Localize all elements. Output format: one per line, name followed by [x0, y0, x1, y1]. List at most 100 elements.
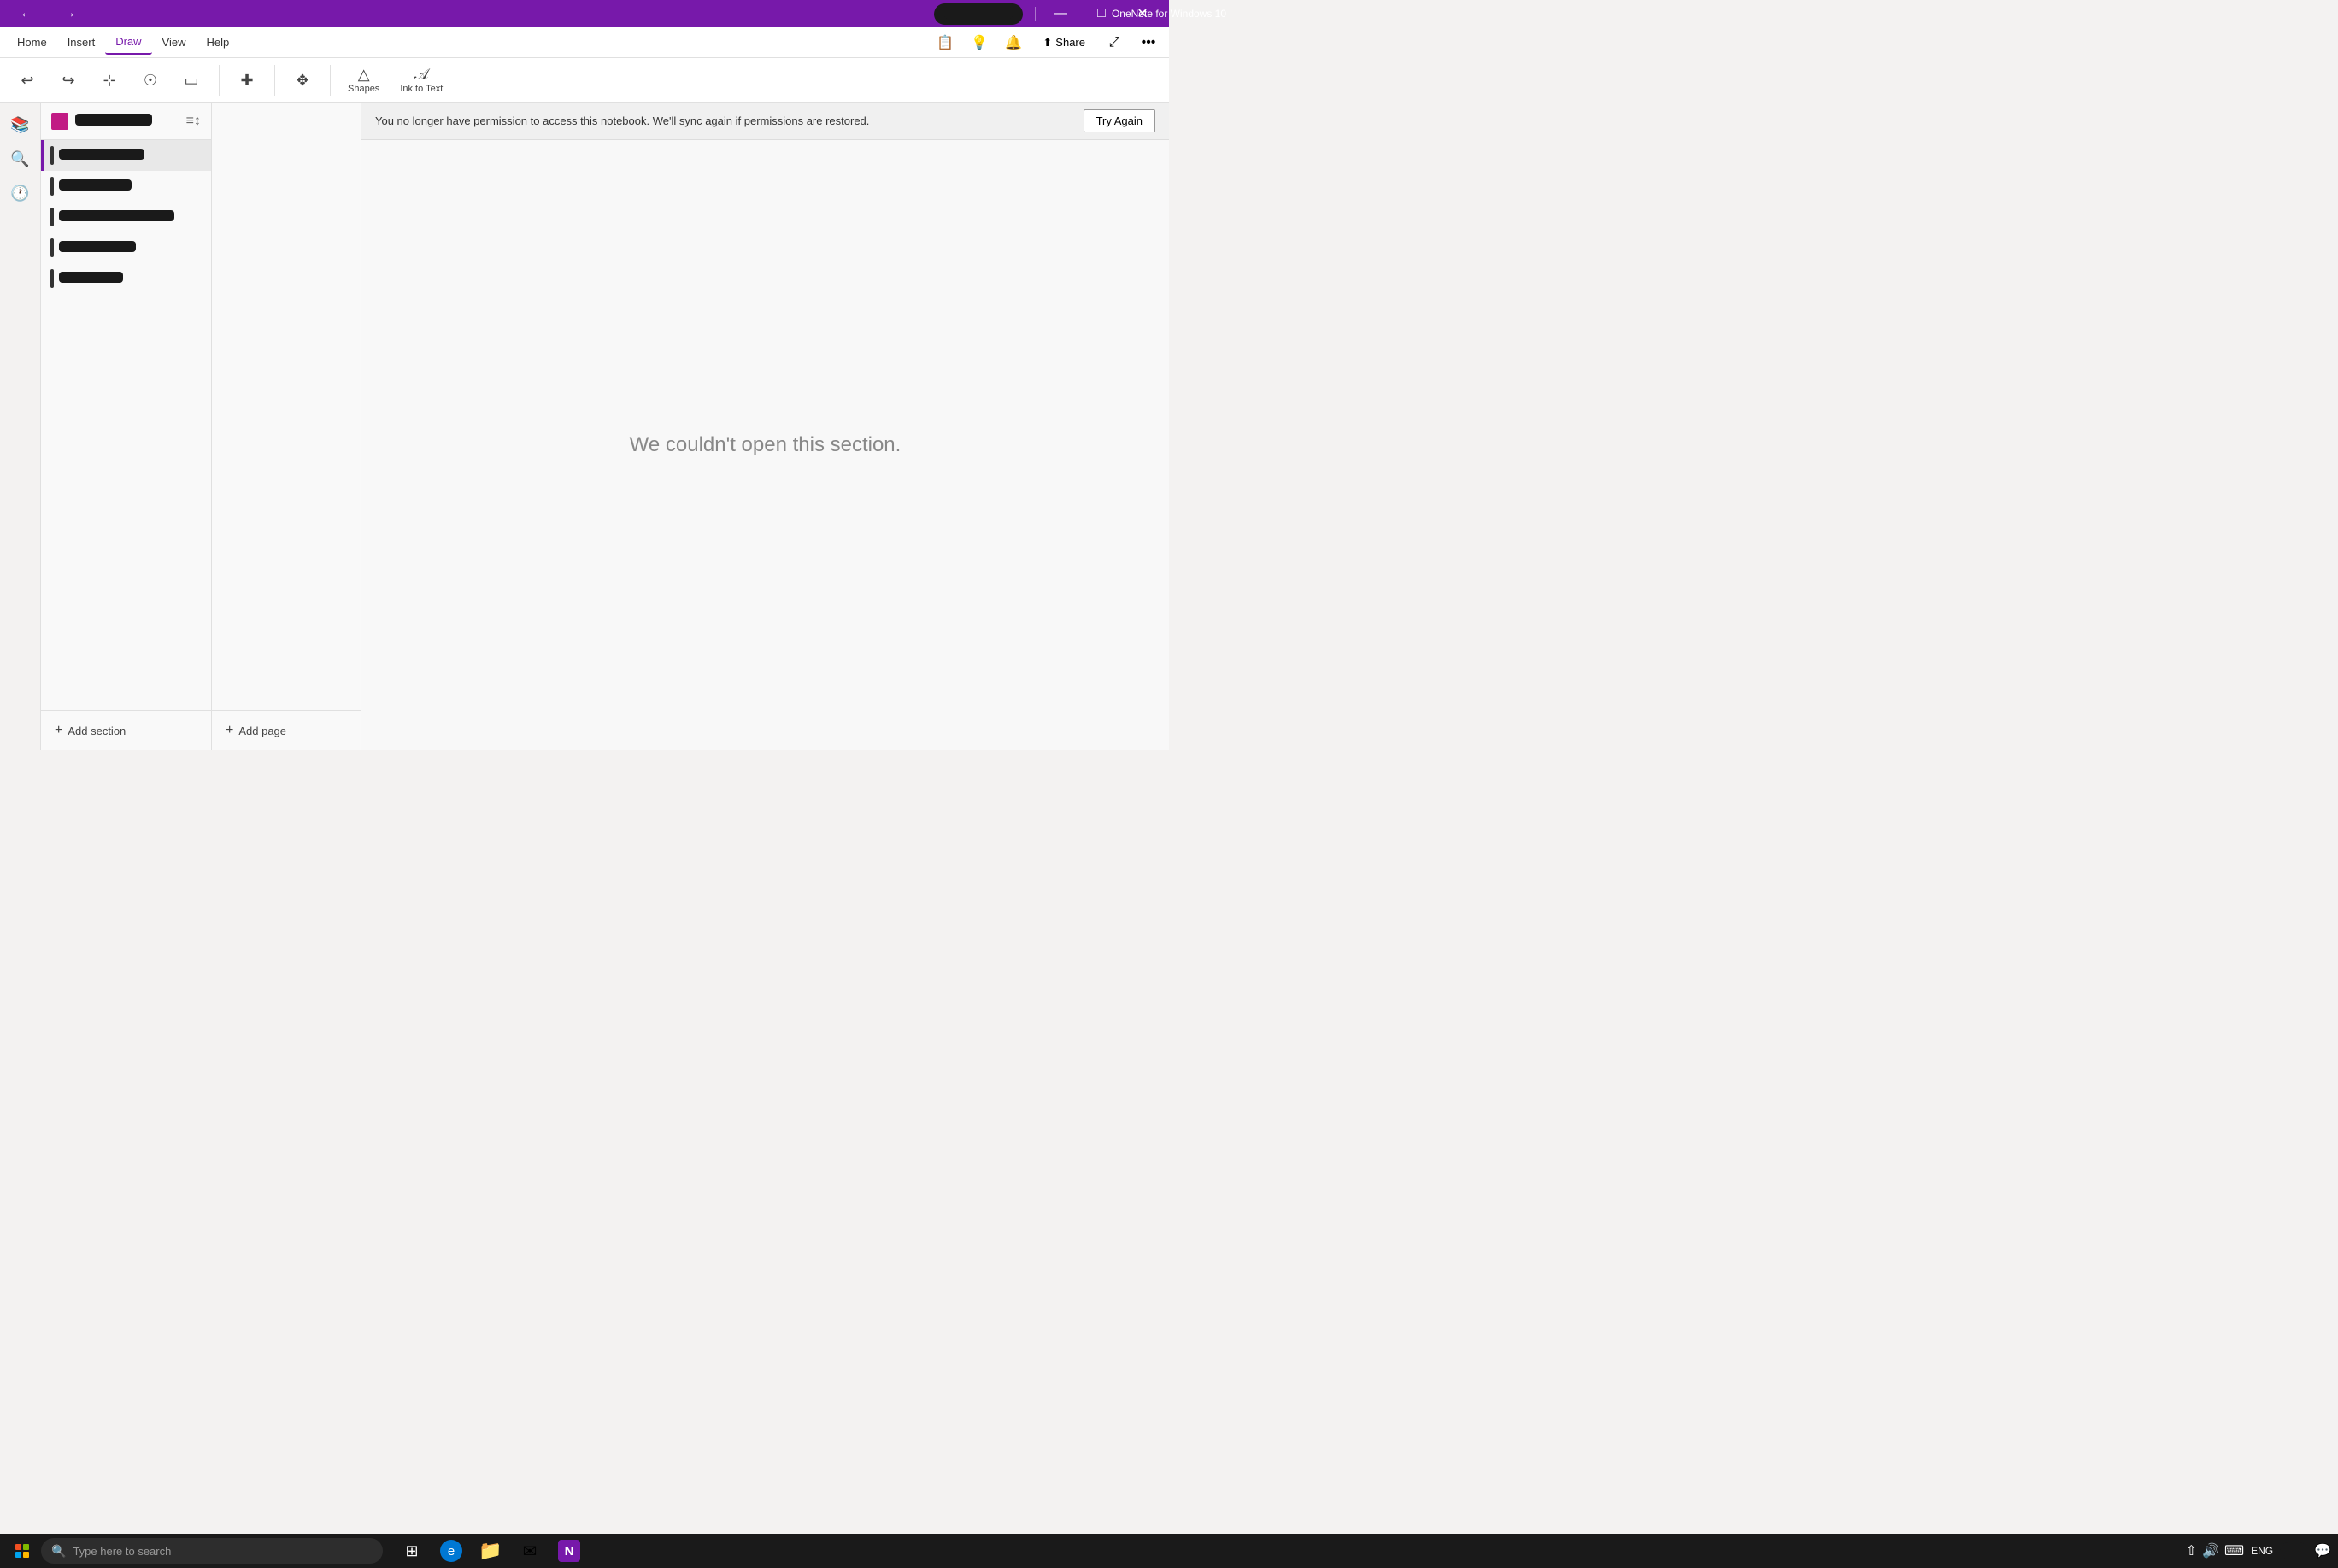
section-content-area: We couldn't open this section.: [361, 140, 1169, 750]
search-icon[interactable]: 🔍: [5, 144, 36, 174]
menu-insert[interactable]: Insert: [57, 31, 106, 54]
section-name-2: [59, 179, 132, 193]
language-indicator[interactable]: ENG: [2251, 1545, 2273, 1557]
menu-home[interactable]: Home: [7, 31, 57, 54]
title-divider: [1035, 7, 1036, 21]
permission-message: You no longer have permission to access …: [375, 115, 1073, 127]
menu-bar: Home Insert Draw View Help 📋 💡 🔔 ⬆ Share…: [0, 27, 1169, 58]
pages-footer: + Add page: [212, 710, 361, 750]
section-name-4: [59, 241, 136, 255]
menu-view[interactable]: View: [152, 31, 197, 54]
pages-sidebar: + Add page: [212, 103, 361, 750]
add-section-plus-icon: +: [55, 723, 62, 738]
content-area: You no longer have permission to access …: [361, 103, 1169, 750]
sections-footer: + Add section: [41, 710, 211, 750]
ink-to-text-label: Ink to Text: [400, 84, 443, 94]
app-title: OneNote for Windows 10: [1112, 8, 1226, 20]
expand-icon[interactable]: ⤢: [1101, 29, 1128, 56]
taskbar-system-icons: ⇧ 🔊 ⌨: [2186, 1542, 2244, 1559]
panning-button[interactable]: ✥: [285, 69, 320, 91]
section-item-2[interactable]: [41, 171, 211, 202]
user-profile-blob[interactable]: [934, 3, 1023, 25]
notes-icon[interactable]: 📋: [931, 29, 959, 56]
redo-button[interactable]: ↪: [51, 69, 85, 91]
back-button[interactable]: ←: [7, 0, 46, 27]
section-item-5[interactable]: [41, 263, 211, 294]
try-again-button[interactable]: Try Again: [1084, 109, 1155, 132]
task-view-icon: ⊞: [402, 1541, 422, 1561]
bell-icon[interactable]: 🔔: [1000, 29, 1027, 56]
section-bar-3: [50, 208, 54, 226]
taskbar-search-icon: 🔍: [51, 1544, 66, 1559]
section-list: [41, 140, 211, 710]
ribbon-separator-3: [330, 65, 331, 96]
add-page-label: Add page: [238, 725, 286, 737]
sort-icon[interactable]: ≡↕: [186, 114, 201, 129]
edge-icon: e: [440, 1540, 462, 1562]
file-explorer-icon: 📁: [480, 1541, 501, 1561]
menu-bar-right: 📋 💡 🔔 ⬆ Share ⤢ •••: [931, 29, 1162, 56]
touch-button[interactable]: ☉: [133, 69, 167, 91]
taskbar-apps: ⊞ e 📁 ✉ N: [393, 1534, 588, 1568]
add-page-plus-icon: +: [226, 723, 233, 738]
add-section-button[interactable]: + Add section: [51, 718, 201, 743]
pages-list: [212, 103, 361, 710]
section-bar-5: [50, 269, 54, 288]
main-layout: 📚 🔍 🕐 ≡↕: [0, 103, 1169, 750]
undo-button[interactable]: ↩: [10, 69, 44, 91]
minimize-button[interactable]: —: [1041, 0, 1080, 27]
redo-icon: ↪: [62, 73, 74, 88]
section-name-1: [59, 149, 144, 162]
shapes-label: Shapes: [348, 84, 379, 94]
touch-icon: ☉: [144, 73, 157, 88]
menu-draw[interactable]: Draw: [105, 30, 151, 55]
chevron-up-icon[interactable]: ⇧: [2186, 1542, 2197, 1559]
ink-to-text-button[interactable]: 𝒜 Ink to Text: [393, 63, 449, 97]
notebooks-icon[interactable]: 📚: [5, 109, 36, 140]
taskbar-user-blob: [2280, 1542, 2307, 1559]
forward-button[interactable]: →: [50, 0, 89, 27]
permission-banner: You no longer have permission to access …: [361, 103, 1169, 140]
taskbar-onenote[interactable]: N: [550, 1534, 588, 1568]
panning-icon: ✥: [296, 73, 308, 88]
section-name-5: [59, 272, 123, 285]
taskbar-search-placeholder: Type here to search: [73, 1545, 171, 1558]
taskbar-search-bar[interactable]: 🔍 Type here to search: [41, 1538, 383, 1564]
menu-help[interactable]: Help: [197, 31, 240, 54]
lightbulb-icon[interactable]: 💡: [966, 29, 993, 56]
ink-to-text-icon: 𝒜: [414, 67, 429, 82]
eraser-icon: ▭: [184, 73, 198, 88]
keyboard-icon[interactable]: ⌨: [2224, 1542, 2244, 1559]
shapes-button[interactable]: △ Shapes: [341, 63, 386, 97]
title-bar-left: ← →: [7, 0, 89, 27]
notification-icon[interactable]: 💬: [2314, 1542, 2331, 1559]
share-label: Share: [1055, 36, 1085, 49]
recent-icon[interactable]: 🕐: [5, 178, 36, 208]
more-options-icon[interactable]: •••: [1135, 29, 1162, 56]
undo-icon: ↩: [21, 73, 33, 88]
section-item-4[interactable]: [41, 232, 211, 263]
taskbar-file-explorer[interactable]: 📁: [472, 1534, 509, 1568]
add-page-button[interactable]: + Add page: [222, 718, 350, 743]
section-name-3: [59, 210, 174, 224]
shapes-icon: △: [358, 67, 370, 82]
taskbar-mail[interactable]: ✉: [511, 1534, 549, 1568]
add-pen-icon: ✚: [240, 73, 253, 88]
share-icon: ⬆: [1043, 36, 1052, 50]
eraser-button[interactable]: ▭: [174, 69, 209, 91]
section-item-3[interactable]: [41, 202, 211, 232]
start-button[interactable]: [7, 1536, 38, 1566]
taskbar-edge[interactable]: e: [432, 1534, 470, 1568]
lasso-icon: ⊹: [103, 73, 115, 88]
taskbar-task-view[interactable]: ⊞: [393, 1534, 431, 1568]
share-button[interactable]: ⬆ Share: [1034, 32, 1094, 53]
mail-icon: ✉: [520, 1541, 540, 1561]
section-item-1[interactable]: [41, 140, 211, 171]
volume-icon[interactable]: 🔊: [2202, 1542, 2219, 1559]
add-pen-button[interactable]: ✚: [230, 69, 264, 91]
taskbar-right: ⇧ 🔊 ⌨ ENG 💬: [2186, 1542, 2331, 1559]
left-icon-bar: 📚 🔍 🕐: [0, 103, 41, 750]
lasso-button[interactable]: ⊹: [92, 69, 126, 91]
sections-panel: ≡↕: [41, 103, 212, 750]
section-bar-2: [50, 177, 54, 196]
